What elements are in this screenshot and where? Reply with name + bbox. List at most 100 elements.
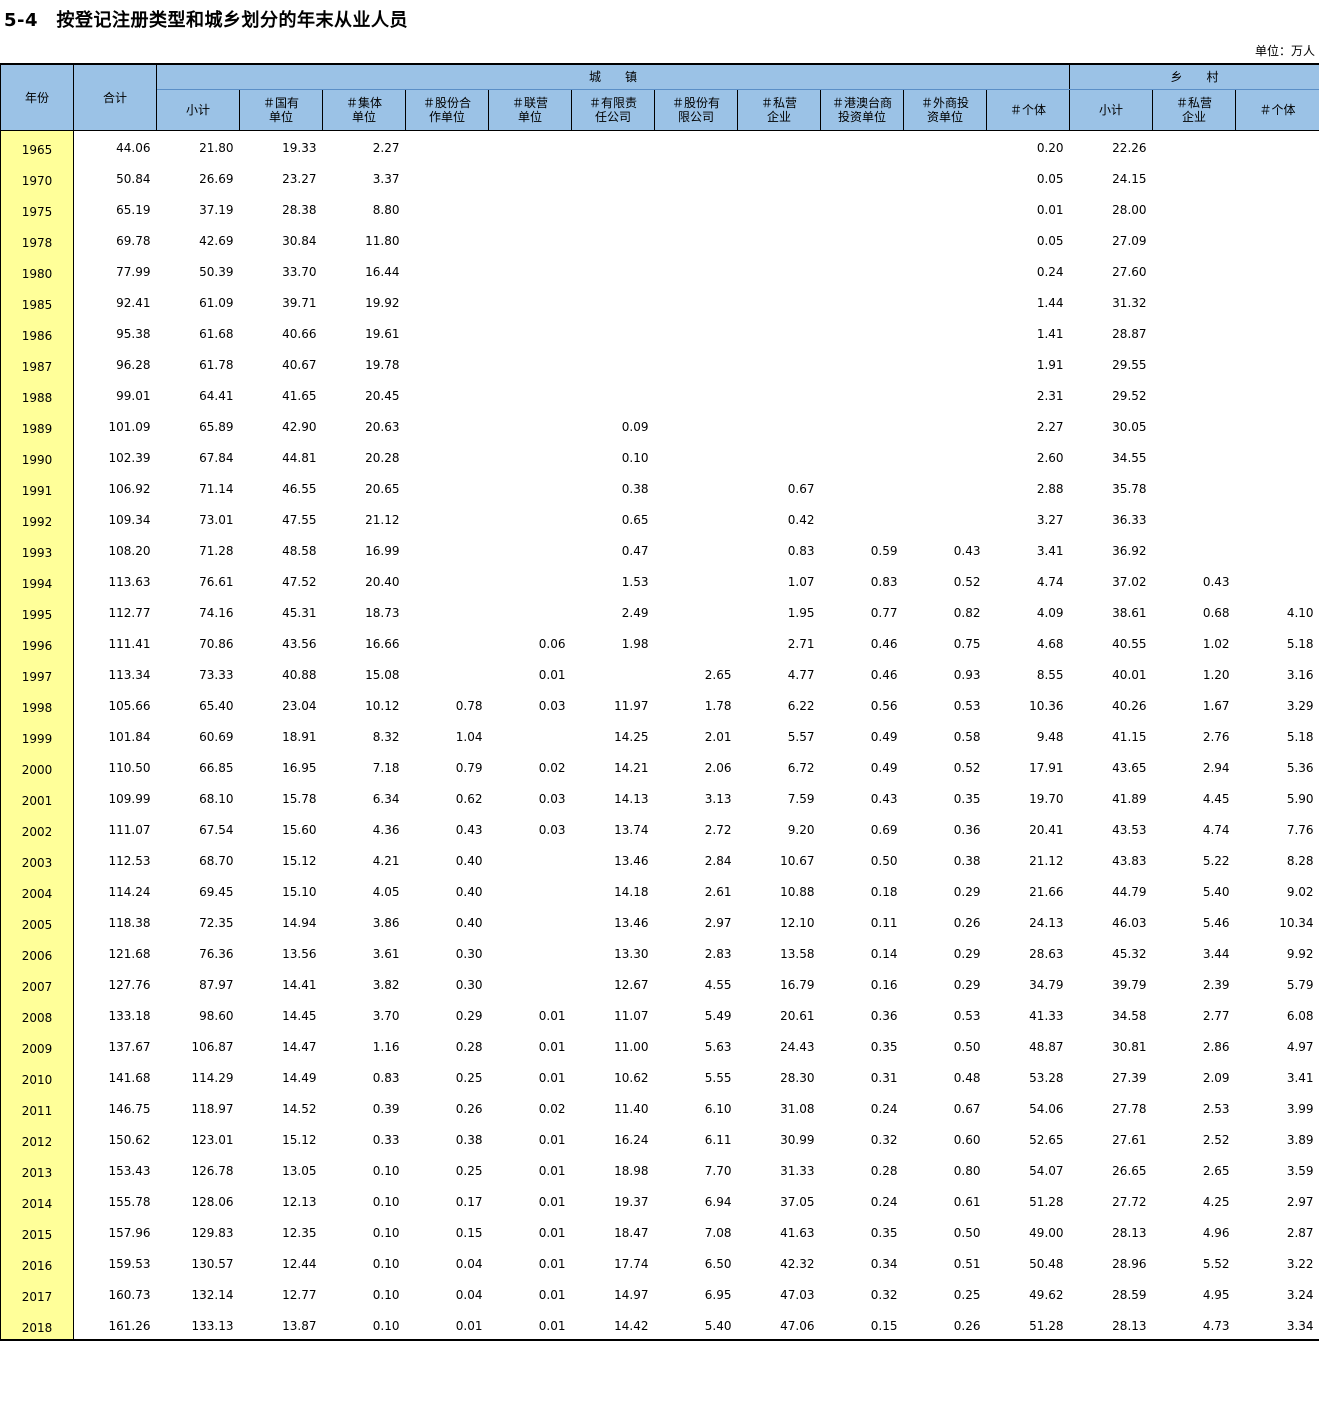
year-cell: 1970 [0, 161, 74, 193]
value-cell [821, 255, 904, 286]
value-cell [655, 441, 738, 472]
value-cell: 2.53 [1202, 1102, 1230, 1116]
value-cell [406, 627, 489, 658]
value-cell: 111.07 [108, 823, 151, 837]
year-cell: 2016 [0, 1246, 74, 1278]
value-cell: 111.41 [108, 637, 151, 651]
value-cell: 101.84 [108, 730, 151, 744]
header-urban-shareholding: ＃股份有 限公司 [654, 89, 738, 131]
value-cell: 13.46 [614, 916, 649, 930]
value-cell: 0.01 [405, 1308, 489, 1341]
value-cell: 10.12 [365, 699, 400, 713]
value-cell: 0.43 [1202, 575, 1230, 589]
value-cell [655, 193, 738, 224]
year-cell: 1992 [0, 502, 74, 534]
value-cell [489, 131, 572, 162]
header-urban-collective-line: ＃集体 [345, 96, 382, 110]
value-cell: 49.00 [1029, 1226, 1064, 1240]
header-urban-state-owned: ＃国有 单位 [239, 89, 323, 131]
value-cell [904, 472, 987, 503]
table-row: 2007 127.76 87.97 14.41 3.82 0.30 12.67 4.55 16.… [0, 967, 1319, 999]
value-cell: 5.57 [787, 730, 815, 744]
value-cell [1153, 348, 1236, 379]
value-cell: 31.08 [780, 1102, 815, 1116]
value-cell [904, 193, 987, 224]
header-urban-private: ＃私营 企业 [737, 89, 821, 131]
value-cell: 133.13 [156, 1308, 240, 1341]
value-cell: 61.78 [199, 358, 234, 372]
value-cell [655, 472, 738, 503]
value-cell [655, 286, 738, 317]
value-cell [904, 224, 987, 255]
value-cell: 5.49 [704, 1009, 732, 1023]
value-cell: 61.68 [199, 327, 234, 341]
table-row: 2005 118.38 72.35 14.94 3.86 0.40 13.46 2.97 12.… [0, 905, 1319, 937]
value-cell: 0.10 [372, 1195, 400, 1209]
value-cell: 13.46 [614, 854, 649, 868]
value-cell: 48.87 [1029, 1040, 1064, 1054]
value-cell: 0.10 [322, 1308, 406, 1341]
value-cell: 29.55 [1112, 358, 1147, 372]
value-cell: 0.38 [621, 482, 649, 496]
value-cell [572, 255, 655, 286]
value-cell: 128.06 [191, 1195, 234, 1209]
value-cell: 28.13 [1112, 1226, 1147, 1240]
value-cell [489, 596, 572, 627]
value-cell [406, 131, 489, 162]
value-cell: 2.72 [704, 823, 732, 837]
header-rural-subtotal-line: 小计 [1099, 103, 1124, 117]
value-cell: 76.61 [199, 575, 234, 589]
value-cell: 19.92 [365, 296, 400, 310]
year-cell: 2010 [0, 1060, 74, 1092]
value-cell [738, 193, 821, 224]
table-row: 2016 159.53 130.57 12.44 0.10 0.04 0.01 17.74 6.… [0, 1246, 1319, 1278]
value-cell: 1.53 [621, 575, 649, 589]
value-cell: 2.97 [1286, 1195, 1314, 1209]
value-cell: 146.75 [108, 1102, 151, 1116]
value-cell [655, 255, 738, 286]
value-cell [904, 162, 987, 193]
value-cell: 7.18 [372, 761, 400, 775]
value-cell: 10.67 [780, 854, 815, 868]
value-cell: 0.03 [538, 699, 566, 713]
value-cell [821, 503, 904, 534]
value-cell [1153, 286, 1236, 317]
value-cell: 0.69 [870, 823, 898, 837]
value-cell [738, 224, 821, 255]
value-cell: 11.80 [365, 234, 400, 248]
value-cell: 12.67 [614, 978, 649, 992]
value-cell: 0.01 [538, 1040, 566, 1054]
value-cell: 64.41 [199, 389, 234, 403]
value-cell: 155.78 [108, 1195, 151, 1209]
value-cell: 2.52 [1202, 1133, 1230, 1147]
value-cell: 14.18 [614, 885, 649, 899]
value-cell: 4.25 [1202, 1195, 1230, 1209]
value-cell: 0.15 [455, 1226, 483, 1240]
year-cell: 1990 [0, 440, 74, 472]
header-urban-hk-macao-taiwan: ＃港澳台商 投资单位 [820, 89, 904, 131]
value-cell: 41.33 [1029, 1009, 1064, 1023]
value-cell: 11.40 [614, 1102, 649, 1116]
value-cell: 37.19 [199, 203, 234, 217]
value-cell [655, 348, 738, 379]
value-cell: 0.34 [870, 1257, 898, 1271]
value-cell: 0.35 [870, 1040, 898, 1054]
value-cell: 4.77 [787, 668, 815, 682]
table-row: 2013 153.43 126.78 13.05 0.10 0.25 0.01 18.98 7.… [0, 1153, 1319, 1185]
value-cell [406, 534, 489, 565]
value-cell [1153, 503, 1236, 534]
value-cell: 2.76 [1202, 730, 1230, 744]
value-cell [1153, 255, 1236, 286]
value-cell: 12.77 [282, 1288, 317, 1302]
value-cell: 16.44 [365, 265, 400, 279]
value-cell [572, 286, 655, 317]
value-cell: 5.40 [654, 1308, 738, 1341]
header-urban-state-owned-line: 单位 [268, 110, 293, 124]
value-cell: 19.70 [1029, 792, 1064, 806]
value-cell: 1.41 [1036, 327, 1064, 341]
value-cell: 0.35 [870, 1226, 898, 1240]
table-row: 2001 109.99 68.10 15.78 6.34 0.62 0.03 14.13 3.1… [0, 781, 1319, 813]
value-cell: 14.21 [614, 761, 649, 775]
value-cell: 4.45 [1202, 792, 1230, 806]
value-cell [489, 565, 572, 596]
